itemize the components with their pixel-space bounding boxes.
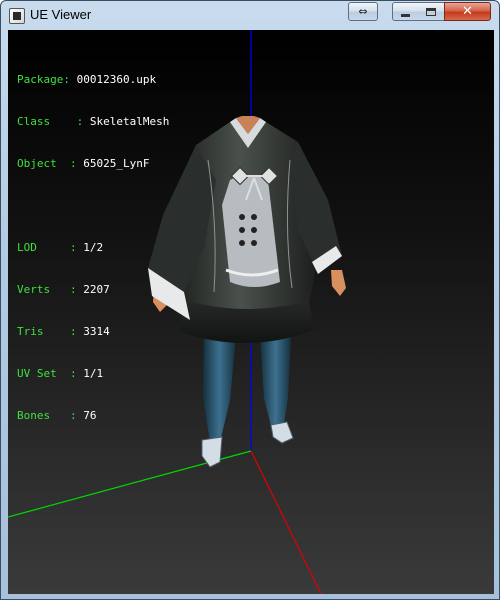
info-label: Tris (17, 325, 64, 338)
info-label: Bones (17, 409, 64, 422)
info-row-uvset: UV Set : 1/1 (17, 367, 169, 381)
info-value: 3314 (83, 325, 110, 338)
app-icon (9, 8, 25, 24)
info-value: SkeletalMesh (89, 115, 170, 128)
close-icon: ✕ (462, 4, 473, 19)
title-bar[interactable]: UE Viewer ⇔ ✕ (1, 1, 499, 30)
info-row-class: Class : SkeletalMesh (17, 115, 169, 129)
info-sep: : (63, 409, 84, 422)
info-sep: : (63, 73, 77, 86)
axis-x-line (250, 450, 322, 594)
info-label: Object (17, 157, 64, 170)
maximize-icon (426, 7, 436, 16)
info-label: Verts (17, 283, 64, 296)
info-label: LOD (17, 241, 64, 254)
info-value: 65025_LynF (83, 157, 150, 170)
info-value: 00012360.upk (76, 73, 157, 86)
character-mesh (148, 116, 346, 468)
3d-viewport[interactable]: Package: 00012360.upk Class : SkeletalMe… (8, 30, 494, 594)
resize-arrows-icon: ⇔ (358, 5, 368, 18)
info-label: Package (17, 73, 64, 86)
info-row-package: Package: 00012360.upk (17, 73, 169, 87)
info-sep: : (63, 115, 90, 128)
minimize-icon (401, 13, 410, 17)
info-value: 1/1 (83, 367, 104, 380)
info-sep: : (63, 325, 84, 338)
info-label: UV Set (17, 367, 64, 380)
info-row-bones: Bones : 76 (17, 409, 169, 423)
info-row-tris: Tris : 3314 (17, 325, 169, 339)
info-value: 76 (83, 409, 97, 422)
mesh-info-panel: Package: 00012360.upk Class : SkeletalMe… (17, 45, 169, 451)
app-window: UE Viewer ⇔ ✕ Package: 00012360.upk Clas… (0, 0, 500, 600)
info-row-verts: Verts : 2207 (17, 283, 169, 297)
minimize-button[interactable] (392, 2, 419, 21)
window-title: UE Viewer (30, 7, 92, 22)
resize-button[interactable]: ⇔ (348, 2, 378, 21)
maximize-button[interactable] (418, 2, 445, 21)
info-sep: : (63, 241, 84, 254)
info-row-object: Object : 65025_LynF (17, 157, 169, 171)
info-sep: : (63, 157, 84, 170)
info-row-lod: LOD : 1/2 (17, 241, 169, 255)
info-sep: : (63, 283, 84, 296)
info-value: 2207 (83, 283, 110, 296)
close-button[interactable]: ✕ (444, 2, 491, 21)
info-label: Class (17, 115, 64, 128)
info-sep: : (63, 367, 84, 380)
info-value: 1/2 (83, 241, 104, 254)
